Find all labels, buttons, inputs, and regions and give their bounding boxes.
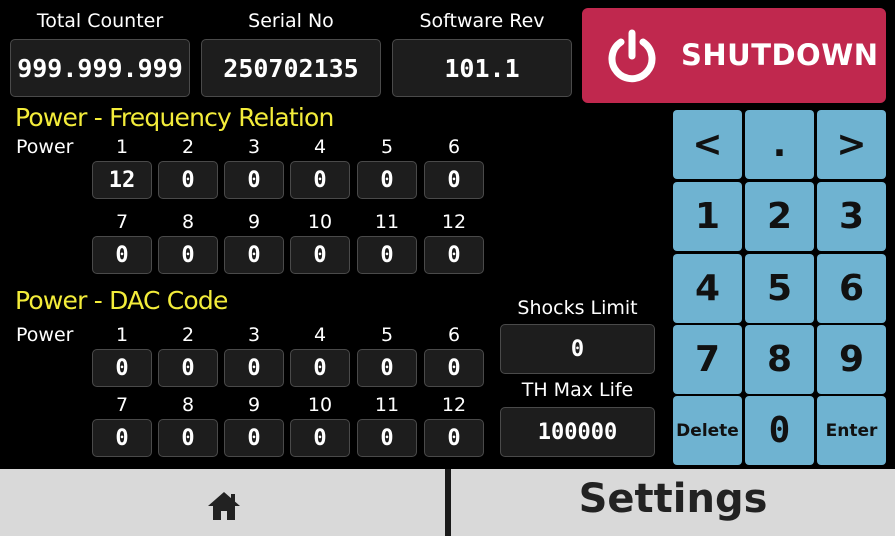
freq-col-num: 6 bbox=[447, 136, 461, 158]
freq-value-field[interactable]: 0 bbox=[357, 236, 417, 274]
total-counter-label: Total Counter bbox=[36, 10, 164, 32]
freq-value-field[interactable]: 0 bbox=[224, 236, 284, 274]
freq-col-num: 5 bbox=[380, 136, 394, 158]
freq-value-field[interactable]: 0 bbox=[290, 236, 350, 274]
key-enter[interactable]: Enter bbox=[817, 396, 886, 465]
dac-value-field[interactable]: 0 bbox=[290, 349, 350, 387]
freq-col-num: 1 bbox=[115, 136, 129, 158]
key-5[interactable]: 5 bbox=[745, 254, 814, 323]
dac-col-num: 10 bbox=[307, 394, 333, 416]
freq-value-field[interactable]: 0 bbox=[290, 161, 350, 199]
key-4[interactable]: 4 bbox=[673, 254, 742, 323]
key-3[interactable]: 3 bbox=[817, 182, 886, 251]
dac-col-num: 9 bbox=[247, 394, 261, 416]
key-8[interactable]: 8 bbox=[745, 325, 814, 394]
freq-value-field[interactable]: 0 bbox=[158, 236, 218, 274]
dac-col-num: 7 bbox=[115, 394, 129, 416]
dac-section-title: Power - DAC Code bbox=[15, 286, 228, 315]
dac-col-num: 12 bbox=[441, 394, 467, 416]
dac-value-field[interactable]: 0 bbox=[224, 419, 284, 457]
software-rev-value: 101.1 bbox=[392, 39, 572, 97]
home-button[interactable] bbox=[0, 469, 445, 536]
dac-col-num: 8 bbox=[181, 394, 195, 416]
freq-value-field[interactable]: 0 bbox=[424, 236, 484, 274]
dac-col-num: 11 bbox=[374, 394, 400, 416]
th-max-life-label: TH Max Life bbox=[521, 379, 634, 401]
total-counter-value: 999.999.999 bbox=[10, 39, 190, 97]
key-6[interactable]: 6 bbox=[817, 254, 886, 323]
freq-col-num: 10 bbox=[307, 211, 333, 233]
key-left-arrow[interactable]: < bbox=[673, 110, 742, 179]
freq-col-num: 8 bbox=[181, 211, 195, 233]
shutdown-label: SHUTDOWN bbox=[681, 38, 879, 72]
shocks-limit-field[interactable]: 0 bbox=[500, 324, 655, 374]
dac-col-num: 3 bbox=[247, 324, 261, 346]
dac-value-field[interactable]: 0 bbox=[424, 349, 484, 387]
freq-value-field[interactable]: 0 bbox=[224, 161, 284, 199]
th-max-life-field[interactable]: 100000 bbox=[500, 407, 655, 457]
dac-col-num: 5 bbox=[380, 324, 394, 346]
freq-value-field[interactable]: 0 bbox=[424, 161, 484, 199]
freq-value-field[interactable]: 0 bbox=[357, 161, 417, 199]
freq-col-num: 4 bbox=[313, 136, 327, 158]
settings-title: Settings bbox=[578, 476, 768, 522]
dac-col-num: 6 bbox=[447, 324, 461, 346]
dac-value-field[interactable]: 0 bbox=[290, 419, 350, 457]
key-0[interactable]: 0 bbox=[745, 396, 814, 465]
dac-value-field[interactable]: 0 bbox=[92, 419, 152, 457]
shocks-limit-label: Shocks Limit bbox=[517, 297, 638, 319]
dac-value-field[interactable]: 0 bbox=[357, 349, 417, 387]
dac-col-num: 2 bbox=[181, 324, 195, 346]
freq-col-num: 9 bbox=[247, 211, 261, 233]
freq-col-num: 11 bbox=[374, 211, 400, 233]
freq-col-num: 12 bbox=[441, 211, 467, 233]
dac-power-label: Power bbox=[16, 324, 74, 346]
key-right-arrow[interactable]: > bbox=[817, 110, 886, 179]
dac-value-field[interactable]: 0 bbox=[158, 349, 218, 387]
freq-value-field[interactable]: 0 bbox=[92, 236, 152, 274]
freq-value-field[interactable]: 12 bbox=[92, 161, 152, 199]
dac-value-field[interactable]: 0 bbox=[158, 419, 218, 457]
freq-col-num: 3 bbox=[247, 136, 261, 158]
key-1[interactable]: 1 bbox=[673, 182, 742, 251]
freq-power-label: Power bbox=[16, 136, 74, 158]
freq-col-num: 7 bbox=[115, 211, 129, 233]
power-icon bbox=[604, 28, 660, 88]
shutdown-button[interactable]: SHUTDOWN bbox=[582, 8, 886, 103]
serial-no-value: 250702135 bbox=[201, 39, 381, 97]
key-2[interactable]: 2 bbox=[745, 182, 814, 251]
freq-value-field[interactable]: 0 bbox=[158, 161, 218, 199]
software-rev-label: Software Rev bbox=[419, 10, 545, 32]
home-icon bbox=[206, 490, 242, 526]
dac-col-num: 4 bbox=[313, 324, 327, 346]
dac-col-num: 1 bbox=[115, 324, 129, 346]
dac-value-field[interactable]: 0 bbox=[357, 419, 417, 457]
dac-value-field[interactable]: 0 bbox=[424, 419, 484, 457]
key-9[interactable]: 9 bbox=[817, 325, 886, 394]
key-7[interactable]: 7 bbox=[673, 325, 742, 394]
freq-col-num: 2 bbox=[181, 136, 195, 158]
key-decimal[interactable]: . bbox=[745, 110, 814, 179]
serial-no-label: Serial No bbox=[248, 10, 334, 32]
key-delete[interactable]: Delete bbox=[673, 396, 742, 465]
dac-value-field[interactable]: 0 bbox=[224, 349, 284, 387]
dac-value-field[interactable]: 0 bbox=[92, 349, 152, 387]
freq-section-title: Power - Frequency Relation bbox=[15, 103, 334, 132]
